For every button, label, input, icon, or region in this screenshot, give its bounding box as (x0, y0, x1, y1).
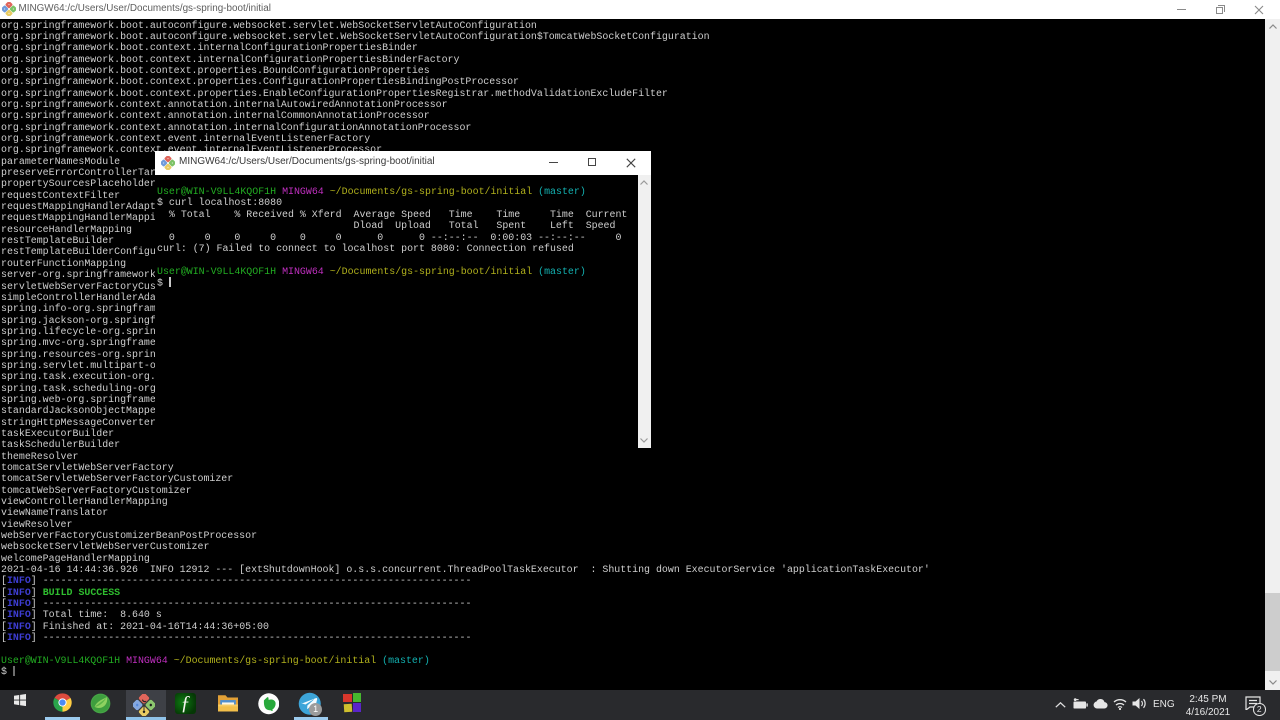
svg-text:ƒ: ƒ (181, 693, 191, 714)
